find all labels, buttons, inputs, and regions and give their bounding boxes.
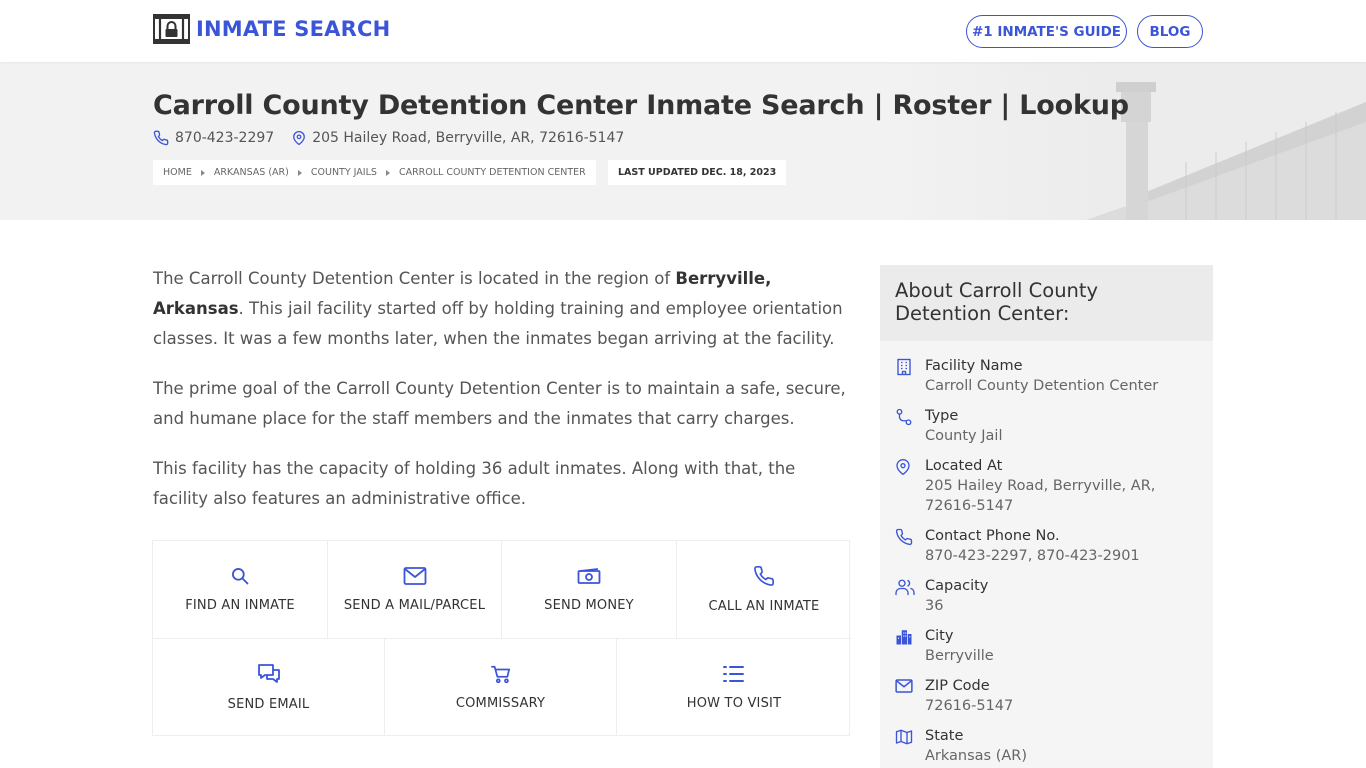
info-facility-name: Facility Name Carroll County Detention Ce… bbox=[895, 356, 1205, 396]
info-state: State Arkansas (AR) bbox=[895, 726, 1205, 766]
info-city: City Berryville bbox=[895, 626, 1205, 666]
action-label: SEND A MAIL/PARCEL bbox=[343, 598, 486, 613]
breadcrumb-current: CARROLL COUNTY DETENTION CENTER bbox=[398, 167, 586, 178]
info-label: Capacity bbox=[925, 578, 989, 594]
city-icon bbox=[896, 630, 912, 645]
phone-icon bbox=[153, 130, 169, 146]
hero-banner: Carroll County Detention Center Inmate S… bbox=[0, 62, 1366, 220]
call-inmate-button[interactable]: CALL AN INMATE bbox=[677, 541, 851, 639]
blog-button[interactable]: BLOG bbox=[1137, 15, 1203, 48]
jail-lock-icon bbox=[153, 14, 190, 44]
action-label: SEND EMAIL bbox=[227, 697, 310, 712]
info-located-at: Located At 205 Hailey Road, Berryville, A… bbox=[895, 456, 1205, 516]
contact-row: 870-423-2297 205 Hailey Road, Berryville… bbox=[153, 130, 624, 146]
info-label: City bbox=[925, 628, 954, 644]
phone-icon bbox=[754, 566, 774, 586]
breadcrumb-state[interactable]: ARKANSAS (AR) bbox=[214, 167, 289, 178]
page-title: Carroll County Detention Center Inmate S… bbox=[153, 90, 1129, 121]
info-label: Located At bbox=[925, 458, 1003, 474]
info-label: Contact Phone No. bbox=[925, 528, 1060, 544]
last-updated-badge: LAST UPDATED DEC. 18, 2023 bbox=[608, 160, 787, 185]
search-icon bbox=[232, 568, 249, 585]
how-to-visit-button[interactable]: HOW TO VISIT bbox=[617, 639, 851, 736]
cart-icon bbox=[490, 665, 510, 684]
send-email-button[interactable]: SEND EMAIL bbox=[153, 639, 385, 736]
mail-icon bbox=[403, 567, 426, 585]
info-contact-phone: Contact Phone No. 870-423-2297, 870-423-2… bbox=[895, 526, 1205, 566]
hero-phone[interactable]: 870-423-2297 bbox=[175, 130, 274, 146]
info-zip-code: ZIP Code 72616-5147 bbox=[895, 676, 1205, 716]
send-mail-button[interactable]: SEND A MAIL/PARCEL bbox=[328, 541, 502, 639]
action-label: SEND MONEY bbox=[544, 598, 634, 613]
about-facility-sidebar: About Carroll County Detention Center: F… bbox=[880, 265, 1213, 768]
breadcrumb: HOME ARKANSAS (AR) COUNTY JAILS CARROLL … bbox=[153, 160, 596, 185]
info-value[interactable]: 870-423-2297, 870-423-2901 bbox=[925, 546, 1205, 566]
info-capacity: Capacity 36 bbox=[895, 576, 1205, 616]
info-value: Berryville bbox=[925, 648, 994, 664]
info-label: Facility Name bbox=[925, 358, 1023, 374]
site-header: INMATE SEARCH #1 INMATE'S GUIDE BLOG bbox=[0, 0, 1366, 62]
mail-icon bbox=[895, 679, 913, 693]
users-icon bbox=[895, 579, 915, 596]
info-value: 72616-5147 bbox=[925, 698, 1014, 714]
paragraph: This facility has the capacity of holdin… bbox=[153, 459, 796, 508]
phone-icon bbox=[895, 528, 913, 546]
map-icon bbox=[895, 729, 913, 745]
logo-text: INMATE SEARCH bbox=[196, 17, 391, 41]
info-label: ZIP Code bbox=[925, 678, 990, 694]
info-label: Type bbox=[925, 408, 959, 424]
chat-icon bbox=[257, 664, 280, 683]
paragraph: The prime goal of the Carroll County Det… bbox=[153, 379, 846, 428]
breadcrumb-separator-icon bbox=[297, 169, 302, 176]
location-icon bbox=[292, 130, 306, 146]
info-value: Carroll County Detention Center bbox=[925, 378, 1159, 394]
inmates-guide-button[interactable]: #1 INMATE'S GUIDE bbox=[966, 15, 1127, 48]
info-value: County Jail bbox=[925, 428, 1003, 444]
facility-description: The Carroll County Detention Center is l… bbox=[153, 264, 850, 534]
list-icon bbox=[723, 666, 744, 682]
action-grid: FIND AN INMATE SEND A MAIL/PARCEL SEND M… bbox=[152, 540, 851, 736]
info-value: 205 Hailey Road, Berryville, AR, 72616-5… bbox=[925, 478, 1156, 514]
action-label: HOW TO VISIT bbox=[686, 696, 782, 711]
breadcrumb-county-jails[interactable]: COUNTY JAILS bbox=[311, 167, 377, 178]
prison-tower-illustration bbox=[886, 62, 1366, 220]
breadcrumb-separator-icon bbox=[385, 169, 390, 176]
find-inmate-button[interactable]: FIND AN INMATE bbox=[153, 541, 328, 639]
paragraph: The Carroll County Detention Center is l… bbox=[153, 269, 843, 348]
site-logo[interactable]: INMATE SEARCH bbox=[153, 14, 390, 44]
info-value: 36 bbox=[925, 598, 944, 614]
info-label: State bbox=[925, 728, 964, 744]
info-type: Type County Jail bbox=[895, 406, 1205, 446]
action-label: CALL AN INMATE bbox=[708, 599, 820, 614]
hero-address: 205 Hailey Road, Berryville, AR, 72616-5… bbox=[312, 130, 625, 146]
money-icon bbox=[577, 568, 601, 584]
commissary-button[interactable]: COMMISSARY bbox=[385, 639, 617, 736]
building-icon bbox=[897, 358, 911, 376]
action-label: COMMISSARY bbox=[455, 696, 546, 711]
breadcrumb-separator-icon bbox=[200, 169, 205, 176]
sidebar-title: About Carroll County Detention Center: bbox=[880, 265, 1213, 341]
route-icon bbox=[896, 408, 912, 426]
breadcrumb-home[interactable]: HOME bbox=[163, 167, 192, 178]
send-money-button[interactable]: SEND MONEY bbox=[502, 541, 677, 639]
action-label: FIND AN INMATE bbox=[185, 598, 295, 613]
info-value: Arkansas (AR) bbox=[925, 748, 1028, 764]
location-icon bbox=[896, 459, 910, 475]
